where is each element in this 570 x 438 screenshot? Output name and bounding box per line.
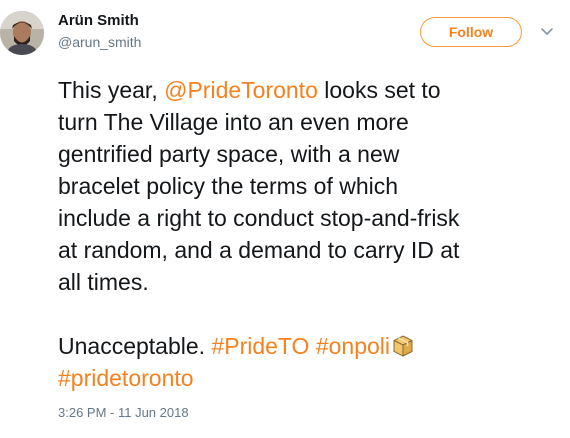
tweet-line: include a right to conduct stop-and-fris…	[58, 205, 460, 231]
display-name[interactable]: Arün Smith	[58, 12, 139, 29]
tweet-line: This year, @PrideToronto looks set to	[58, 74, 563, 106]
tweet-text-segment: Unacceptable.	[58, 333, 212, 359]
tweet-text-segment: This year,	[58, 77, 165, 103]
tweet-text: This year, @PrideToronto looks set to tu…	[58, 74, 563, 394]
tweet-line: gentrified party space, with a new	[58, 141, 400, 167]
chevron-down-icon[interactable]	[540, 27, 554, 37]
avatar[interactable]	[0, 11, 44, 55]
hashtag-link[interactable]: #pridetoronto	[58, 365, 194, 391]
hashtag-link[interactable]: #PrideTO	[211, 333, 309, 359]
paragraph-break	[58, 298, 563, 330]
tweet-line: all times.	[58, 269, 149, 295]
mention-link[interactable]: @PrideToronto	[164, 77, 318, 103]
tweet-line: Unacceptable. #PrideTO #onpoli	[58, 330, 563, 362]
tweet-line: at random, and a demand to carry ID at	[58, 237, 460, 263]
tweet-text-segment: looks set to	[317, 77, 441, 103]
tweet-line: turn The Village into an even more	[58, 109, 409, 135]
follow-button[interactable]: Follow	[420, 17, 522, 47]
avatar-image	[0, 11, 44, 55]
hashtag-link[interactable]: #onpoli	[316, 333, 390, 359]
tweet-line: bracelet policy the terms of which	[58, 173, 399, 199]
timestamp[interactable]: 3:26 PM - 11 Jun 2018	[58, 405, 189, 420]
package-emoji-icon	[393, 335, 413, 357]
tweet-card: Arün Smith @arun_smith Follow This year,…	[0, 0, 570, 438]
tweet-line: #pridetoronto	[58, 362, 563, 394]
username[interactable]: @arun_smith	[58, 34, 141, 50]
